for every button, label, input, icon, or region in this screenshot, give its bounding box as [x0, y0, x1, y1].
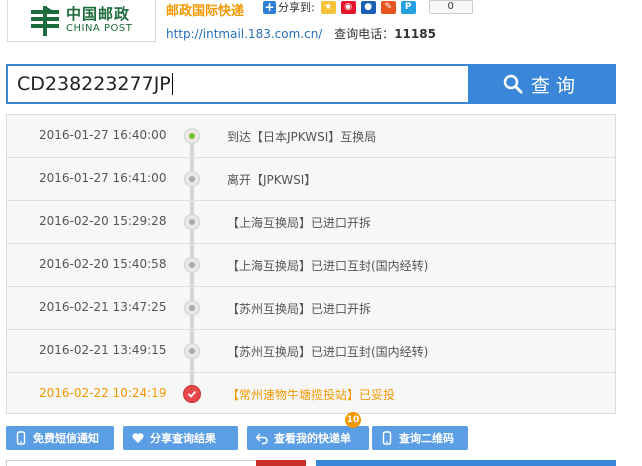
timeline-time: 2016-02-20 15:40:58 — [39, 257, 167, 271]
timeline-time: 2016-01-27 16:41:00 — [39, 171, 167, 185]
share-result-button[interactable]: 分享查询结果 — [123, 426, 238, 450]
bottom-blue-button-edge[interactable] — [316, 460, 616, 466]
timeline-row: 2016-02-21 13:47:25 【苏州互换局】已进口开拆 — [7, 287, 615, 330]
text-caret — [171, 73, 173, 95]
my-shipments-label: 查看我的快递单 — [274, 432, 351, 445]
timeline-dot-icon — [184, 343, 200, 359]
timeline-time: 2016-01-27 16:40:00 — [39, 128, 167, 142]
share-plus-icon[interactable]: + — [263, 0, 276, 14]
query-qrcode-label: 查询二维码 — [399, 432, 454, 445]
timeline-description: 【上海互换局】已进口互封(国内经转) — [227, 259, 429, 273]
my-shipments-count-badge: 10 — [345, 412, 361, 428]
brand-title[interactable]: 邮政国际快递 — [166, 0, 244, 19]
timeline-description: 【常州速物牛塘揽投站】已妥投 — [227, 388, 396, 402]
bottom-red-button-edge[interactable] — [256, 460, 306, 466]
search-icon — [503, 74, 523, 94]
timeline-current-dot-icon — [184, 128, 200, 144]
timeline-row: 2016-02-20 15:40:58 【上海互换局】已进口互封(国内经转) — [7, 244, 615, 287]
timeline-dot-icon — [184, 300, 200, 316]
timeline-row: 2016-01-27 16:41:00 离开【JPKWSI】 — [7, 158, 615, 201]
timeline-time: 2016-02-22 10:24:19 — [39, 386, 167, 400]
timeline-dot-icon — [184, 257, 200, 273]
logo-english-text: CHINA POST — [66, 23, 133, 34]
search-button[interactable]: 查询 — [468, 64, 616, 104]
timeline-time: 2016-02-20 15:29:28 — [39, 214, 167, 228]
timeline-row: 2016-02-21 13:49:15 【苏州互换局】已进口互封(国内经转) — [7, 330, 615, 373]
tencent-weibo-share-icon[interactable]: ✎ — [380, 0, 396, 14]
timeline-description: 【苏州互换局】已进口开拆 — [227, 302, 372, 316]
share-label: 分享到: — [278, 1, 315, 14]
phone-icon — [16, 431, 26, 445]
query-qrcode-button[interactable]: 查询二维码 — [372, 426, 468, 450]
weibo-share-icon[interactable]: ◉ — [340, 0, 356, 14]
pengyou-share-icon[interactable]: P — [400, 0, 416, 14]
phone-icon — [382, 431, 392, 445]
share-bar: + 分享到: ★ ◉ ● ✎ P 0 — [263, 0, 473, 14]
timeline-description: 【上海互换局】已进口开拆 — [227, 216, 372, 230]
timeline-description: 【苏州互换局】已进口互封(国内经转) — [227, 345, 429, 359]
timeline-description: 到达【日本JPKWSI】互换局 — [227, 130, 377, 144]
phone-label: 查询电话： — [334, 27, 395, 41]
timeline-row: 2016-02-20 15:29:28 【上海互换局】已进口开拆 — [7, 201, 615, 244]
tracking-number-value: CD238223277JP — [17, 73, 171, 95]
contact-line: http://intmail.183.com.cn/ 查询电话：11185 — [166, 25, 436, 42]
logo-chinese-text: 中国邮政 — [66, 5, 131, 23]
back-arrow-icon — [255, 433, 268, 445]
share-count: 0 — [428, 0, 473, 14]
my-shipments-button[interactable]: 查看我的快递单 10 — [247, 412, 369, 450]
timeline-time: 2016-02-21 13:47:25 — [39, 300, 167, 314]
phone-number: 11185 — [394, 27, 436, 41]
timeline-time: 2016-02-21 13:49:15 — [39, 343, 167, 357]
china-post-emblem-icon — [31, 5, 59, 36]
site-url-link[interactable]: http://intmail.183.com.cn/ — [166, 27, 322, 41]
renren-share-icon[interactable]: ● — [360, 0, 376, 14]
qzone-share-icon[interactable]: ★ — [320, 0, 336, 14]
timeline-dot-icon — [184, 214, 200, 230]
heart-icon — [132, 433, 144, 443]
timeline-row-delivered: 2016-02-22 10:24:19 【常州速物牛塘揽投站】已妥投 — [7, 373, 615, 416]
timeline-row: 2016-01-27 16:40:00 到达【日本JPKWSI】互换局 — [7, 115, 615, 158]
timeline-description: 离开【JPKWSI】 — [227, 173, 317, 187]
share-result-label: 分享查询结果 — [150, 432, 216, 445]
search-button-label: 查询 — [530, 74, 581, 97]
delivered-check-icon — [183, 385, 201, 403]
timeline-dot-icon — [184, 171, 200, 187]
china-post-logo[interactable]: 中国邮政 CHINA POST — [7, 0, 156, 42]
tracking-number-input[interactable]: CD238223277JP — [6, 64, 468, 104]
tracking-timeline: 2016-01-27 16:40:00 到达【日本JPKWSI】互换局 2016… — [6, 114, 616, 414]
free-sms-notify-button[interactable]: 免费短信通知 — [6, 426, 114, 450]
free-sms-notify-label: 免费短信通知 — [33, 432, 99, 445]
